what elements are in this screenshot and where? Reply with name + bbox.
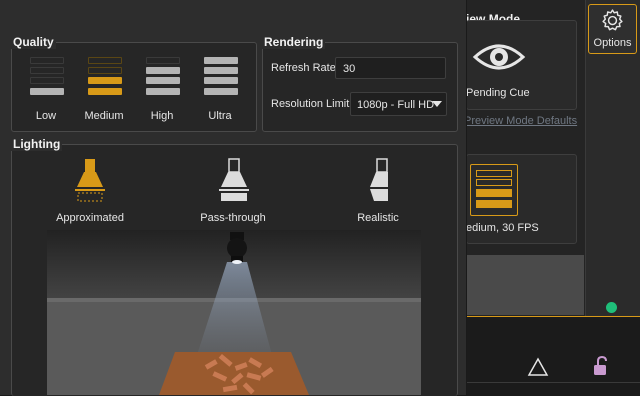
preview-mode-defaults-link[interactable]: Preview Mode Defaults: [464, 115, 577, 127]
gear-icon: [602, 9, 623, 31]
lighting-preview-scene: [47, 230, 421, 395]
options-label: Options: [593, 37, 632, 49]
rendering-group: [262, 42, 458, 132]
unlock-icon[interactable]: [591, 355, 613, 377]
quality-label-high: High: [150, 110, 174, 122]
pending-cue-label: Pending Cue: [466, 87, 530, 99]
quality-preset-label: edium, 30 FPS: [466, 222, 539, 234]
quality-label-ultra: Ultra: [208, 110, 232, 122]
lighting-option-realistic[interactable]: [360, 157, 400, 203]
refresh-rate-input[interactable]: 30: [335, 57, 446, 79]
lighting-label-pass-through: Pass-through: [200, 212, 266, 224]
quality-label-low: Low: [35, 110, 57, 122]
quality-title: Quality: [11, 35, 56, 49]
resolution-limit-value: 1080p - Full HD: [357, 99, 435, 111]
options-button[interactable]: Options: [588, 4, 637, 54]
preview-thumbnail: [466, 255, 584, 315]
status-indicator: [606, 302, 617, 313]
refresh-rate-label: Refresh Rate: [271, 62, 336, 74]
pass-through-light-icon: [219, 158, 249, 201]
render-settings-dialog: Quality Low Medium High Ultra Rendering …: [0, 0, 467, 396]
approximated-light-icon: [75, 159, 105, 202]
realistic-light-icon: [370, 158, 388, 201]
triangle-icon[interactable]: [527, 357, 549, 377]
eye-icon: [472, 44, 526, 70]
resolution-limit-label: Resolution Limit: [271, 98, 350, 110]
scene-render: [47, 230, 421, 395]
lighting-title: Lighting: [11, 137, 63, 151]
lighting-label-realistic: Realistic: [357, 212, 399, 224]
quality-label-medium: Medium: [84, 110, 124, 122]
lighting-option-approximated[interactable]: [70, 157, 110, 203]
medium-quality-icon: [470, 164, 518, 216]
resolution-limit-select[interactable]: 1080p - Full HD: [350, 92, 447, 116]
chevron-down-icon: [432, 101, 442, 107]
lighting-option-pass-through[interactable]: [214, 157, 254, 203]
lighting-label-approximated: Approximated: [56, 212, 124, 224]
rendering-title: Rendering: [262, 35, 326, 49]
